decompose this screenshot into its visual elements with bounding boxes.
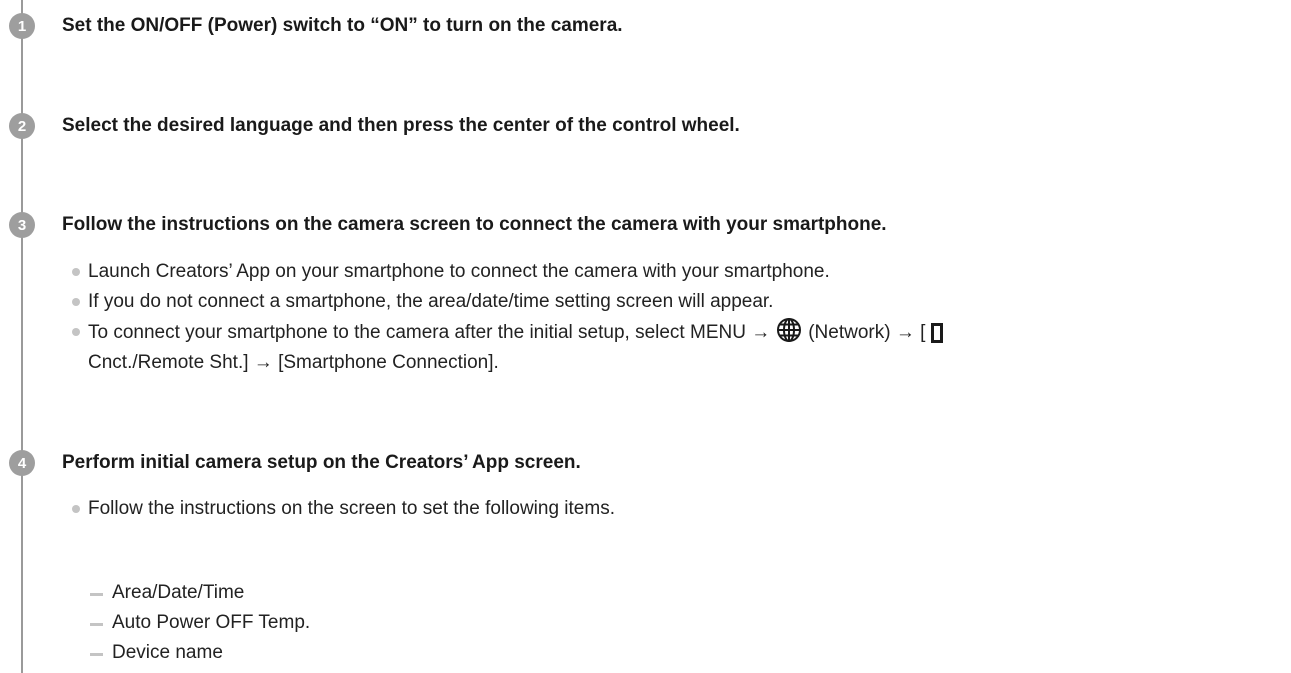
sub-list-item: Device name	[90, 638, 310, 668]
dash-icon	[90, 653, 103, 656]
step-title: Select the desired language and then pre…	[62, 115, 740, 136]
step-bullet-list: Follow the instructions on the screen to…	[72, 494, 615, 524]
dash-icon	[90, 623, 103, 626]
bullet-dot-icon	[72, 505, 80, 513]
step-title: Follow the instructions on the camera sc…	[62, 214, 887, 235]
sub-list-item: Auto Power OFF Temp.	[90, 608, 310, 638]
step-number-badge: 3	[9, 212, 35, 238]
list-item: To connect your smartphone to the camera…	[72, 317, 944, 348]
dash-icon	[90, 593, 103, 596]
sub-item-list: Area/Date/Time Auto Power OFF Temp. Devi…	[90, 578, 310, 668]
globe-icon	[777, 318, 802, 342]
list-item: Follow the instructions on the screen to…	[72, 494, 615, 524]
step-bullet-list: Launch Creators’ App on your smartphone …	[72, 257, 944, 378]
step-number-badge: 4	[9, 450, 35, 476]
bullet-dot-icon	[72, 268, 80, 276]
list-item: Launch Creators’ App on your smartphone …	[72, 257, 943, 287]
step-timeline-line	[21, 0, 23, 673]
smartphone-frame-icon	[931, 323, 944, 343]
bullet-dot-icon	[72, 328, 80, 336]
bullet-dot-icon	[72, 298, 80, 306]
list-item-continuation: Cnct./Remote Sht.] → [Smartphone Connect…	[88, 352, 499, 373]
sub-list-item: Area/Date/Time	[90, 578, 310, 608]
step-title: Set the ON/OFF (Power) switch to “ON” to…	[62, 15, 623, 36]
step-number-badge: 1	[9, 13, 35, 39]
list-item: If you do not connect a smartphone, the …	[72, 287, 943, 317]
step-title: Perform initial camera setup on the Crea…	[62, 452, 581, 473]
step-number-badge: 2	[9, 113, 35, 139]
